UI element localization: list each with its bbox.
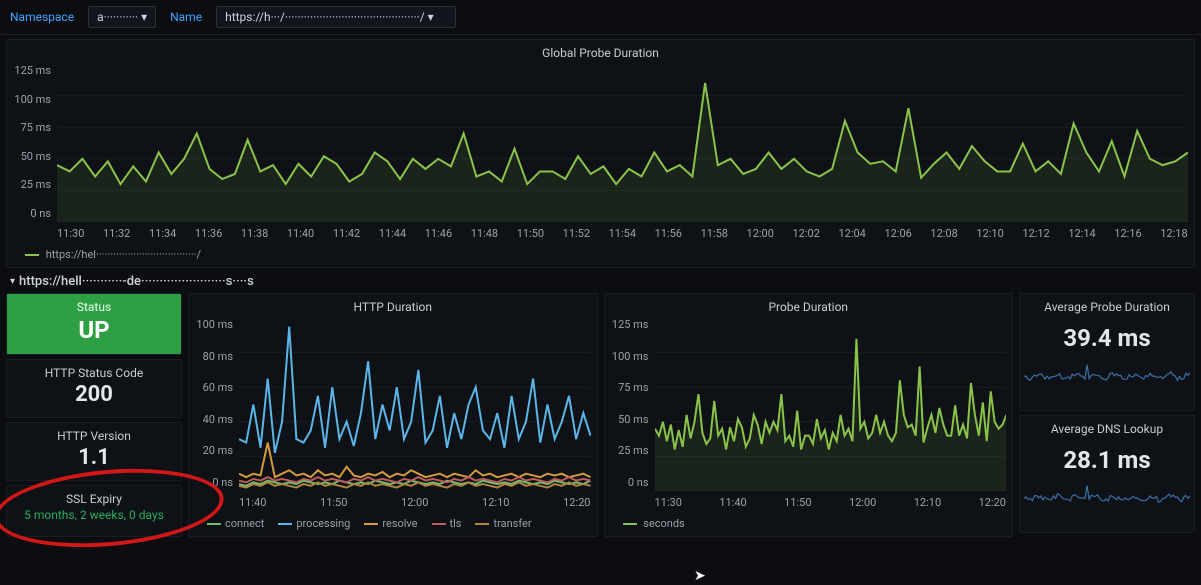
var-name-value: https://h···/···························… <box>225 10 434 24</box>
panel-http-status-code[interactable]: HTTP Status Code 200 <box>6 359 182 418</box>
status-value: UP <box>11 316 177 344</box>
chart-plot[interactable] <box>655 318 1007 491</box>
avg-probe-label: Average Probe Duration <box>1024 300 1190 314</box>
x-axis: 11:3011:4011:5012:0012:1012:20 <box>655 496 1007 509</box>
http-ver-label: HTTP Version <box>11 429 177 443</box>
panel-probe-duration[interactable]: Probe Duration 125 ms100 ms75 ms50 ms25 … <box>604 293 1014 537</box>
var-namespace-select[interactable]: a··········· ▾ <box>88 6 156 28</box>
var-namespace-label: Namespace <box>10 10 74 24</box>
panel-global-probe-duration[interactable]: Global Probe Duration 125 ms100 ms75 ms5… <box>6 39 1195 268</box>
legend-item[interactable]: seconds <box>623 517 685 530</box>
x-axis: 11:4011:5012:0012:1012:20 <box>239 496 591 509</box>
var-name-select[interactable]: https://h···/···························… <box>216 6 456 28</box>
cursor-icon: ➤ <box>694 568 706 584</box>
y-axis: 125 ms100 ms75 ms50 ms25 ms0 ns <box>7 62 57 222</box>
panel-status[interactable]: Status UP <box>6 293 182 355</box>
var-name-label: Name <box>170 10 202 24</box>
legend-item[interactable]: tls <box>432 517 462 530</box>
var-namespace-value: a··········· ▾ <box>97 10 147 24</box>
chevron-down-icon: ▾ <box>10 276 15 287</box>
x-axis: 11:3011:3211:3411:3611:3811:4011:4211:44… <box>57 227 1188 240</box>
row-heading[interactable]: ▾ https://hell···········-de············… <box>10 274 1195 289</box>
panel-average-dns-lookup[interactable]: Average DNS Lookup 28.1 ms <box>1019 415 1195 533</box>
http-code-label: HTTP Status Code <box>11 366 177 380</box>
legend-item[interactable]: https://hel·····························… <box>25 248 201 261</box>
panel-http-version[interactable]: HTTP Version 1.1 <box>6 422 182 481</box>
variable-bar: Namespace a··········· ▾ Name https://h·… <box>0 0 1201 35</box>
panel-ssl-expiry[interactable]: SSL Expiry 5 months, 2 weeks, 0 days <box>6 485 182 537</box>
chart-plot[interactable] <box>57 64 1188 222</box>
chart-plot[interactable] <box>239 318 591 491</box>
ssl-value: 5 months, 2 weeks, 0 days <box>11 508 177 522</box>
panel-title: Global Probe Duration <box>7 40 1194 62</box>
panel-title: HTTP Duration <box>189 294 597 316</box>
status-column: Status UP HTTP Status Code 200 HTTP Vers… <box>6 293 182 537</box>
y-axis: 100 ms80 ms60 ms40 ms20 ms0 ns <box>189 316 239 491</box>
status-label: Status <box>11 300 177 314</box>
panel-http-duration[interactable]: HTTP Duration 100 ms80 ms60 ms40 ms20 ms… <box>188 293 598 537</box>
ssl-label: SSL Expiry <box>11 492 177 506</box>
http-code-value: 200 <box>11 382 177 407</box>
sparkline <box>1024 480 1190 506</box>
avg-dns-value: 28.1 ms <box>1024 446 1190 474</box>
legend-item[interactable]: transfer <box>475 517 531 530</box>
legend-item[interactable]: resolve <box>364 517 417 530</box>
legend-item[interactable]: processing <box>278 517 350 530</box>
right-column: Average Probe Duration 39.4 ms Average D… <box>1019 293 1195 537</box>
y-axis: 125 ms100 ms75 ms50 ms25 ms0 ns <box>605 316 655 491</box>
sparkline <box>1024 358 1190 384</box>
panel-average-probe-duration[interactable]: Average Probe Duration 39.4 ms <box>1019 293 1195 411</box>
avg-dns-label: Average DNS Lookup <box>1024 422 1190 436</box>
chart-legend: seconds <box>605 513 1013 536</box>
chart-legend: connect processing resolve tls transfer <box>189 513 597 536</box>
panel-title: Probe Duration <box>605 294 1013 316</box>
http-ver-value: 1.1 <box>11 445 177 470</box>
avg-probe-value: 39.4 ms <box>1024 324 1190 352</box>
legend-item[interactable]: connect <box>207 517 264 530</box>
chart-legend: https://hel·····························… <box>7 244 1194 267</box>
